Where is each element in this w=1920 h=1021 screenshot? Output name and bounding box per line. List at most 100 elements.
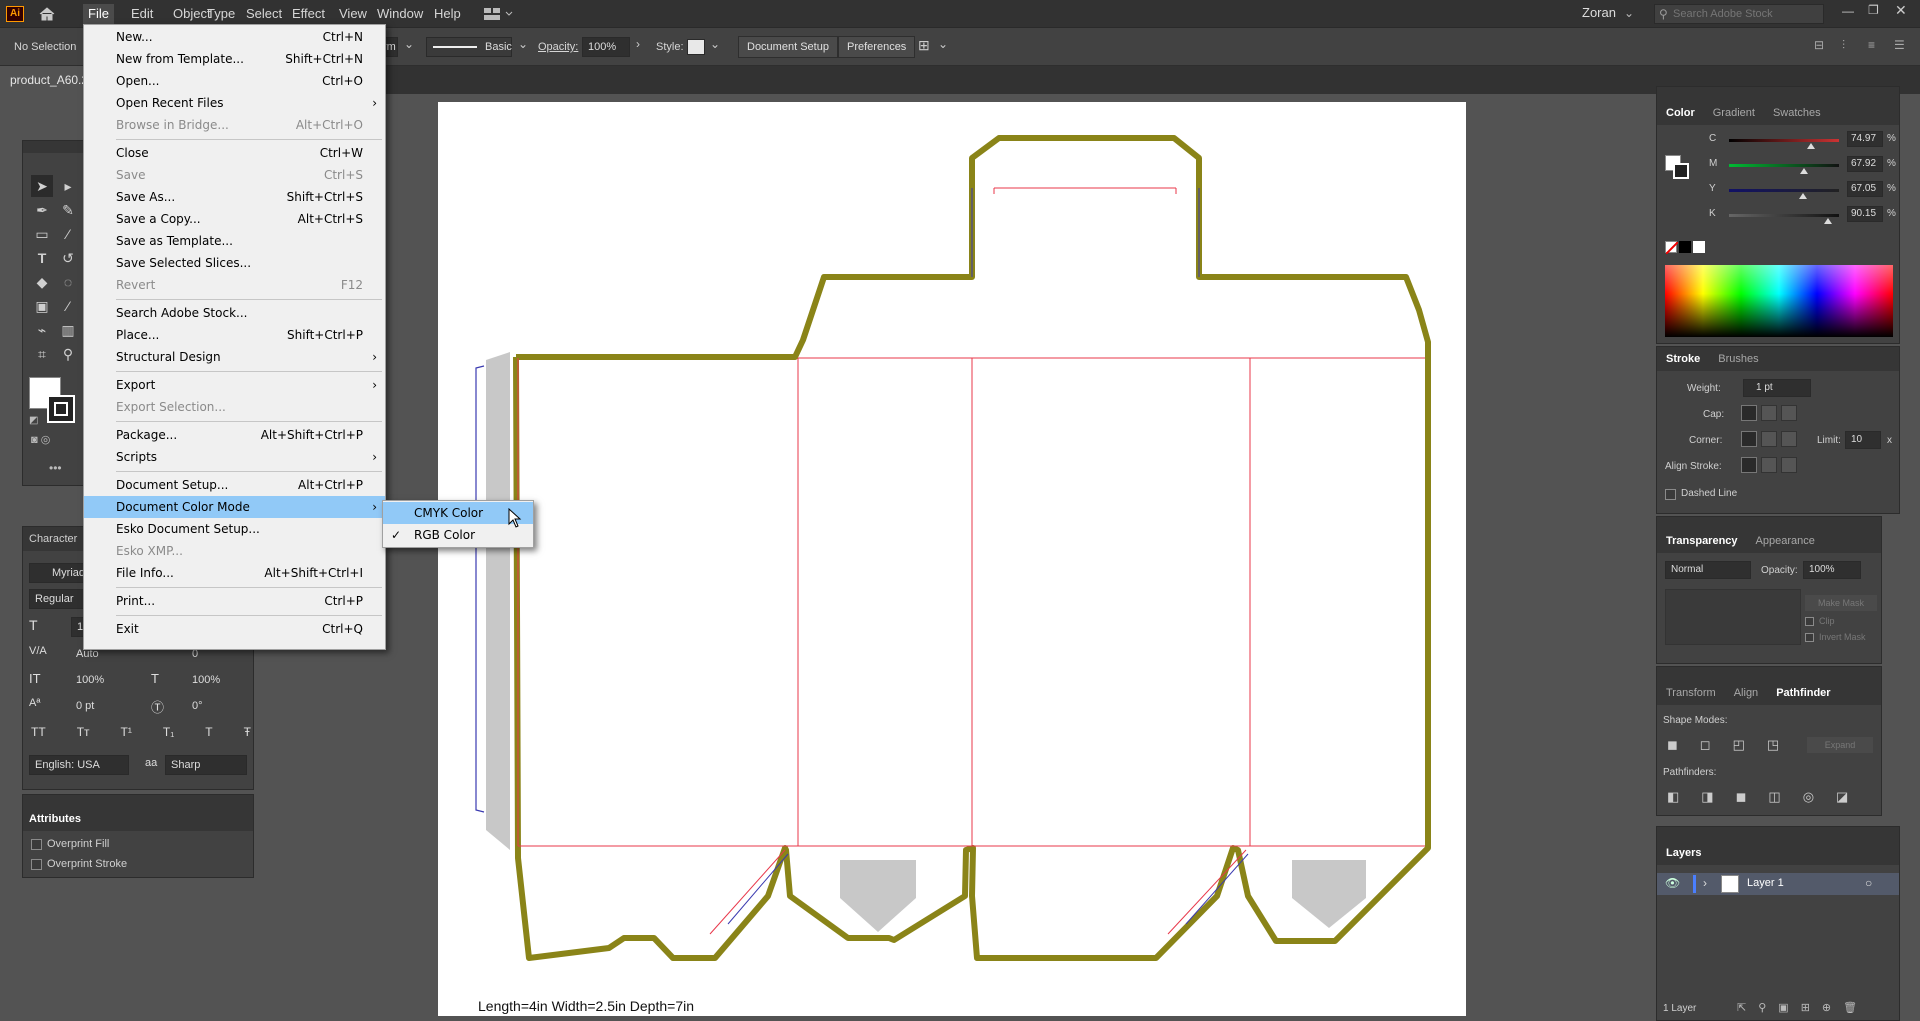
round-cap-icon[interactable] (1761, 405, 1777, 421)
chevron-down-icon[interactable]: ⌄ (404, 37, 414, 51)
restore-icon[interactable]: ❐ (1868, 3, 1879, 17)
menu-item-package[interactable]: Package... Alt+Shift+Ctrl+P (84, 424, 385, 446)
transparency-opacity-field[interactable]: 100% (1803, 561, 1861, 579)
style-swatch[interactable] (687, 39, 705, 55)
cmyk-m-slider[interactable] (1729, 164, 1839, 174)
cmyk-k-slider[interactable] (1729, 214, 1839, 224)
close-icon[interactable]: ✕ (1895, 2, 1907, 19)
overprint-stroke-checkbox[interactable] (31, 859, 42, 870)
overprint-fill-checkbox[interactable] (31, 839, 42, 850)
invert-mask-checkbox[interactable] (1805, 633, 1814, 642)
butt-cap-icon[interactable] (1741, 405, 1757, 421)
draw-mode-icon[interactable]: ◙ ◎ (31, 433, 50, 446)
menu-item-close[interactable]: Close Ctrl+W (84, 142, 385, 164)
tab-color[interactable]: Color (1657, 101, 1704, 125)
unite-icon[interactable]: ◼ (1667, 737, 1678, 753)
cmyk-y-slider[interactable] (1729, 189, 1839, 199)
menu-item-place[interactable]: Place... Shift+Ctrl+P (84, 324, 385, 346)
trim-icon[interactable]: ◨ (1701, 789, 1713, 805)
rotation-field[interactable]: 0° (187, 697, 247, 717)
export-icon[interactable]: ⇱ (1737, 1001, 1746, 1014)
menu-item-exit[interactable]: Exit Ctrl+Q (84, 618, 385, 640)
zoom-tool-icon[interactable]: ⚲ (57, 343, 79, 365)
artboard[interactable]: Length=4in Width=2.5in Depth=7in (438, 102, 1466, 1016)
paintbrush-tool-icon[interactable]: ⁄ (57, 223, 79, 245)
baseline-shift-field[interactable]: 0 pt (71, 697, 151, 717)
menu-item-save-slices[interactable]: Save Selected Slices... (84, 252, 385, 274)
gradient-tool-icon[interactable]: ▣ (31, 295, 53, 317)
menu-select[interactable]: Select (241, 4, 287, 24)
user-name[interactable]: Zoran (1582, 5, 1616, 20)
preferences-button[interactable]: Preferences (838, 36, 916, 58)
menu-item-save-as[interactable]: Save As... Shift+Ctrl+S (84, 186, 385, 208)
selection-tool-icon[interactable]: ➤ (31, 175, 53, 197)
menu-item-export[interactable]: Export › (84, 374, 385, 396)
menu-lines-icon[interactable]: ≡ (1868, 38, 1875, 52)
cmyk-m-value[interactable]: 67.92 (1847, 156, 1883, 172)
blend-mode-select[interactable]: Normal (1665, 561, 1751, 579)
tab-align[interactable]: Align (1725, 681, 1767, 705)
round-join-icon[interactable] (1761, 431, 1777, 447)
stock-search[interactable]: ⚲ (1654, 4, 1824, 24)
document-setup-button[interactable]: Document Setup (738, 36, 838, 58)
menu-item-new[interactable]: New... Ctrl+N (84, 26, 385, 48)
more-tools-icon[interactable]: ••• (49, 461, 62, 475)
language-field[interactable]: English: USA (29, 755, 129, 775)
tab-layers[interactable]: Layers (1657, 841, 1710, 865)
menu-item-save-copy[interactable]: Save a Copy... Alt+Ctrl+S (84, 208, 385, 230)
align-center-icon[interactable] (1741, 457, 1757, 473)
layer-row[interactable]: 👁 › Layer 1 ○ (1657, 873, 1899, 895)
outline-icon[interactable]: ◎ (1803, 789, 1814, 805)
limit-field[interactable]: 10 (1845, 431, 1881, 449)
visibility-eye-icon[interactable]: 👁 (1665, 876, 1680, 890)
merge-icon[interactable]: ◼ (1736, 789, 1747, 805)
tab-gradient[interactable]: Gradient (1704, 101, 1764, 125)
menu-item-document-color-mode[interactable]: Document Color Mode › (84, 496, 385, 518)
expand-button[interactable]: Expand (1807, 737, 1873, 753)
layer-name[interactable]: Layer 1 (1747, 877, 1784, 889)
tab-transparency[interactable]: Transparency (1657, 529, 1747, 553)
slider-thumb-icon[interactable] (1798, 193, 1807, 199)
tab-stroke[interactable]: Stroke (1657, 347, 1709, 371)
chevron-right-icon[interactable]: › (636, 37, 640, 51)
make-mask-button[interactable]: Make Mask (1805, 595, 1877, 611)
exclude-icon[interactable]: ◳ (1767, 737, 1779, 753)
eyedropper-tool-icon[interactable]: ⁄ (57, 295, 79, 317)
chevron-down-icon[interactable]: ⌄ (518, 37, 528, 51)
workspace-switcher[interactable] (484, 7, 516, 21)
menu-view[interactable]: View (334, 4, 372, 24)
minus-back-icon[interactable]: ◪ (1836, 789, 1848, 805)
new-sublayer-icon[interactable]: ⊞ (1801, 1001, 1810, 1014)
chevron-down-icon[interactable]: ⌄ (938, 37, 948, 51)
chevron-down-icon[interactable]: ⌄ (1624, 6, 1634, 20)
panel-menu-icon[interactable]: ☰ (1894, 38, 1905, 52)
stroke-swatch[interactable] (47, 395, 75, 423)
glue-flap[interactable] (486, 352, 510, 850)
tab-pathfinder[interactable]: Pathfinder (1767, 681, 1839, 705)
menu-type[interactable]: Type (202, 4, 240, 24)
menu-file[interactable]: File (83, 4, 114, 24)
cmyk-c-value[interactable]: 74.97 (1847, 131, 1883, 147)
menu-item-save-template[interactable]: Save as Template... (84, 230, 385, 252)
curvature-tool-icon[interactable]: ✎ (57, 199, 79, 221)
intersect-icon[interactable]: ◰ (1733, 737, 1745, 753)
align-inside-icon[interactable] (1761, 457, 1777, 473)
menu-item-open[interactable]: Open... Ctrl+O (84, 70, 385, 92)
align-outside-icon[interactable] (1781, 457, 1797, 473)
new-layer-icon[interactable]: ⊕ (1822, 1001, 1831, 1014)
menu-item-file-info[interactable]: File Info... Alt+Shift+Ctrl+I (84, 562, 385, 584)
menu-effect[interactable]: Effect (287, 4, 330, 24)
vertical-scale-field[interactable]: 100% (71, 671, 151, 691)
white-swatch[interactable] (1693, 241, 1705, 253)
clip-checkbox[interactable] (1805, 617, 1814, 626)
eraser-tool-icon[interactable]: ◆ (31, 271, 53, 293)
horizontal-scale-field[interactable]: 100% (187, 671, 247, 691)
direct-selection-tool-icon[interactable]: ▸ (57, 175, 79, 197)
minus-front-icon[interactable]: ◻ (1700, 737, 1711, 753)
crop-icon[interactable]: ◫ (1768, 789, 1780, 805)
cmyk-c-slider[interactable] (1729, 139, 1839, 149)
pen-tool-icon[interactable]: ✒ (31, 199, 53, 221)
menu-item-search-stock[interactable]: Search Adobe Stock... (84, 302, 385, 324)
color-stroke-swatch[interactable] (1673, 163, 1689, 179)
miter-join-icon[interactable] (1741, 431, 1757, 447)
